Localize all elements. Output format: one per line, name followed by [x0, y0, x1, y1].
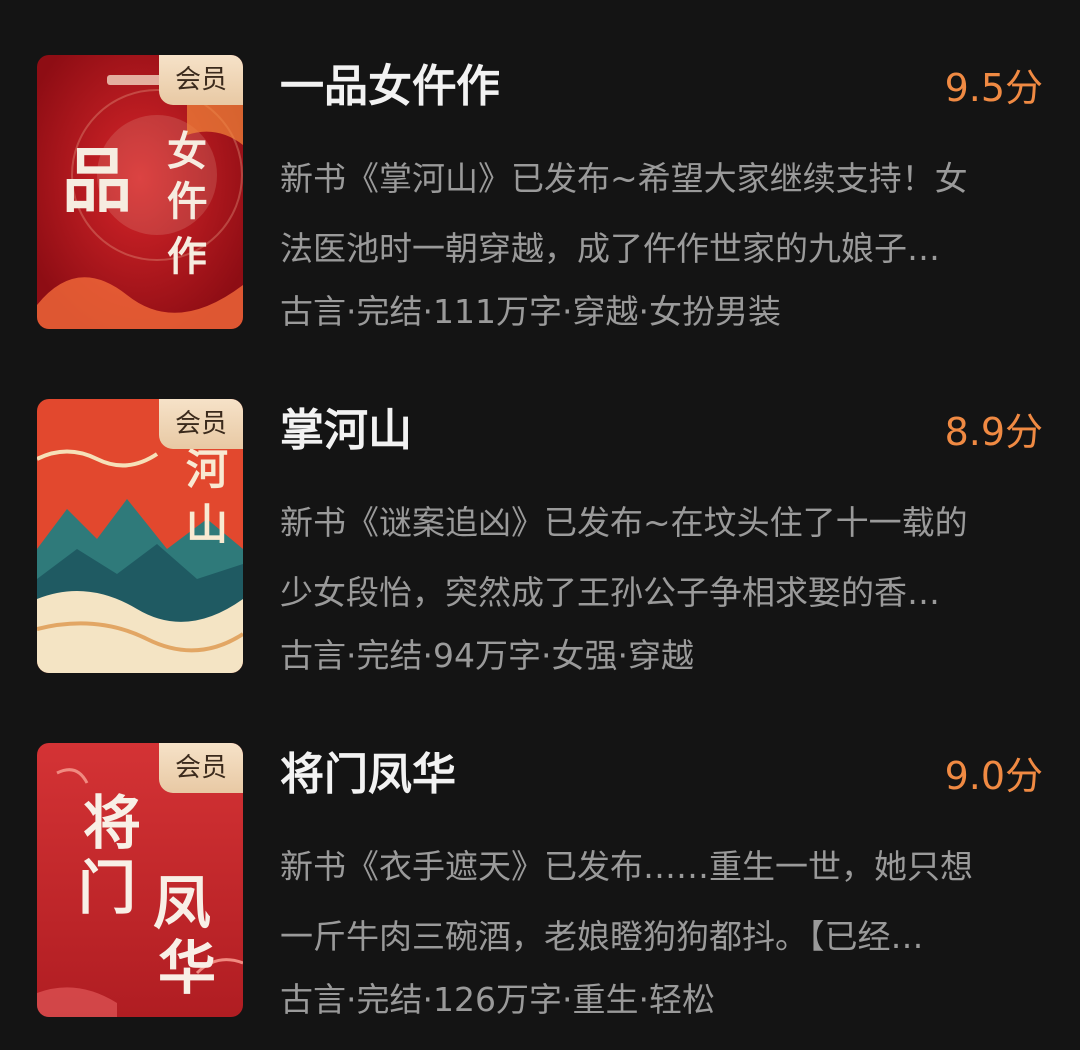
book-score: 9.0分	[944, 754, 1043, 798]
book-description: 新书《谜案追凶》已发布~在坟头住了十一载的 少女段怡，突然成了王孙公子争相求娶的…	[280, 488, 1040, 628]
description-line: 新书《谜案追凶》已发布~在坟头住了十一载的	[280, 503, 968, 542]
svg-text:山: 山	[186, 500, 228, 549]
book-item[interactable]: 品 女 仵 作 会员 一品女仵作 9.5分 新书《掌河山》已发布~希望大家继续支…	[0, 0, 1080, 331]
book-list: 品 女 仵 作 会员 一品女仵作 9.5分 新书《掌河山》已发布~希望大家继续支…	[0, 0, 1080, 1050]
svg-text:仵: 仵	[167, 178, 207, 225]
book-score: 8.9分	[944, 410, 1043, 454]
description-line: 新书《掌河山》已发布~希望大家继续支持！女	[280, 159, 968, 198]
svg-text:华: 华	[158, 934, 216, 1002]
book-tags: 古言·完结·111万字·穿越·女扮男装	[280, 292, 781, 331]
book-tags: 古言·完结·126万字·重生·轻松	[280, 980, 715, 1019]
book-title[interactable]: 将门凤华	[280, 748, 456, 802]
book-item[interactable]: 河 山 掌 会员 掌河山 8.9分 新书《谜案追凶》已发布~在坟头住了十一载的 …	[0, 344, 1080, 675]
book-tags: 古言·完结·94万字·女强·穿越	[280, 636, 694, 675]
book-cover[interactable]: 河 山 掌 会员	[37, 399, 243, 673]
svg-text:凤: 凤	[153, 869, 211, 937]
description-line: 新书《衣手遮天》已发布……重生一世，她只想	[280, 847, 973, 886]
book-description: 新书《掌河山》已发布~希望大家继续支持！女 法医池时一朝穿越，成了仵作世家的九娘…	[280, 144, 1040, 284]
book-title[interactable]: 一品女仵作	[280, 60, 500, 114]
vip-badge: 会员	[159, 55, 243, 105]
book-cover[interactable]: 将 门 凤 华 会员	[37, 743, 243, 1017]
book-item[interactable]: 将 门 凤 华 会员 将门凤华 9.0分 新书《衣手遮天》已发布……重生一世，她…	[0, 688, 1080, 1019]
svg-text:将: 将	[83, 789, 141, 857]
book-cover[interactable]: 品 女 仵 作 会员	[37, 55, 243, 329]
svg-text:作: 作	[167, 233, 207, 280]
book-score: 9.5分	[944, 66, 1043, 110]
book-description: 新书《衣手遮天》已发布……重生一世，她只想 一斤牛肉三碗酒，老娘瞪狗狗都抖。【已…	[280, 832, 1040, 972]
svg-text:河: 河	[186, 445, 228, 494]
svg-text:女: 女	[167, 128, 207, 175]
svg-text:品: 品	[62, 139, 132, 222]
vip-badge: 会员	[159, 399, 243, 449]
vip-badge: 会员	[159, 743, 243, 793]
description-line: 法医池时一朝穿越，成了仵作世家的九娘子…	[280, 229, 940, 268]
description-line: 少女段怡，突然成了王孙公子争相求娶的香…	[280, 573, 940, 612]
book-title[interactable]: 掌河山	[280, 404, 412, 458]
description-line: 一斤牛肉三碗酒，老娘瞪狗狗都抖。【已经…	[280, 917, 924, 956]
svg-text:门: 门	[78, 854, 136, 922]
